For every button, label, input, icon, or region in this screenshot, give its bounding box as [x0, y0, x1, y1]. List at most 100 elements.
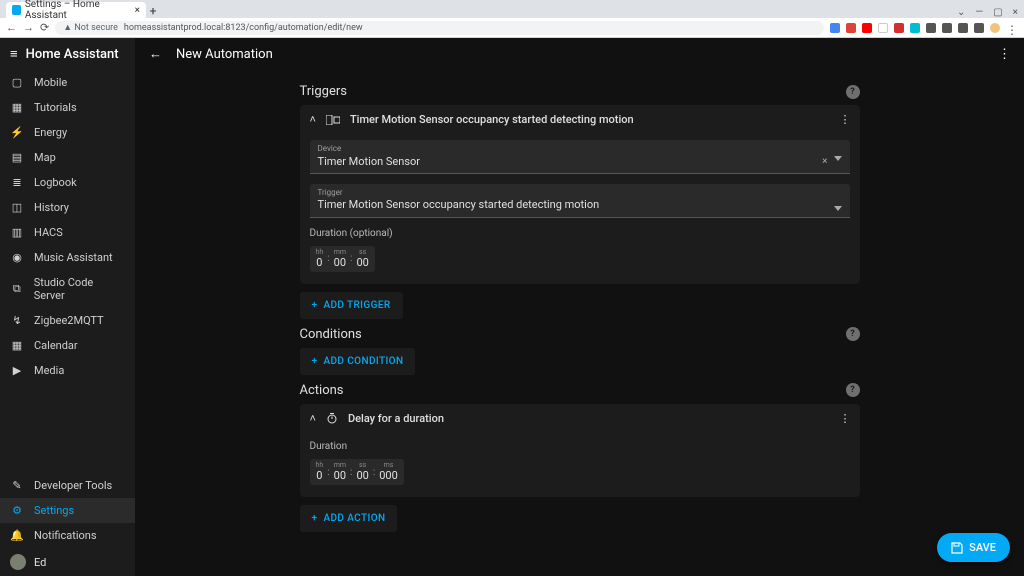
menu-icon[interactable]: ≡ — [10, 46, 18, 62]
trigger-card: ˄ Timer Motion Sensor occupancy started … — [300, 105, 860, 284]
close-tab-icon[interactable]: × — [135, 5, 140, 16]
trigger-overflow-menu[interactable]: ⋮ — [840, 113, 850, 126]
avatar — [10, 554, 26, 570]
trigger-value: Timer Motion Sensor occupancy started de… — [318, 198, 600, 211]
extension-icon[interactable] — [910, 23, 920, 33]
section-actions-title: Actions — [300, 383, 344, 398]
sidebar-item-tutorials[interactable]: ▦Tutorials — [0, 95, 135, 120]
save-icon — [951, 542, 963, 554]
trigger-summary: Timer Motion Sensor occupancy started de… — [350, 113, 634, 126]
action-overflow-menu[interactable]: ⋮ — [840, 412, 850, 425]
energy-icon: ⚡ — [10, 126, 24, 139]
extension-icon[interactable] — [974, 23, 984, 33]
sidebar-item-user[interactable]: Ed — [0, 548, 135, 576]
extension-icon[interactable] — [846, 23, 856, 33]
sidebar-item-history[interactable]: ◫History — [0, 195, 135, 220]
kebab-menu-icon[interactable]: ⋮ — [1006, 23, 1018, 33]
gear-icon: ⚙ — [10, 504, 24, 517]
duration-label: Duration (optional) — [310, 228, 850, 239]
list-icon: ≣ — [10, 176, 24, 189]
favicon — [12, 5, 21, 15]
help-icon[interactable]: ? — [846, 85, 860, 99]
sidebar-item-devtools[interactable]: ✎Developer Tools — [0, 473, 135, 498]
browser-tab[interactable]: Settings – Home Assistant × — [6, 2, 146, 18]
bell-icon: 🔔 — [10, 529, 24, 542]
sidebar: ≡ Home Assistant ▢Mobile ▦Tutorials ⚡Ene… — [0, 38, 135, 576]
device-field[interactable]: Device Timer Motion Sensor × — [310, 140, 850, 174]
section-triggers-title: Triggers — [300, 84, 347, 99]
extension-icon[interactable] — [942, 23, 952, 33]
sidebar-item-energy[interactable]: ⚡Energy — [0, 120, 135, 145]
calendar-icon: ▦ — [10, 339, 24, 352]
plus-icon: + — [312, 513, 318, 524]
add-trigger-button[interactable]: +ADD TRIGGER — [300, 292, 403, 319]
timer-icon — [326, 412, 338, 424]
trigger-label: Trigger — [318, 188, 834, 198]
sidebar-item-hacs[interactable]: ▥HACS — [0, 220, 135, 245]
sidebar-item-notifications[interactable]: 🔔Notifications — [0, 523, 135, 548]
sidebar-item-vscode[interactable]: ⧉Studio Code Server — [0, 270, 135, 308]
clear-icon[interactable]: × — [822, 156, 827, 167]
device-icon — [326, 115, 340, 125]
profile-icon[interactable] — [990, 23, 1000, 33]
action-card: ˄ Delay for a duration ⋮ Duration hh0 — [300, 404, 860, 497]
add-action-button[interactable]: +ADD ACTION — [300, 505, 398, 532]
sidebar-item-zigbee[interactable]: ↯Zigbee2MQTT — [0, 308, 135, 333]
back-button[interactable]: ← — [6, 21, 17, 34]
plus-icon: + — [312, 356, 318, 367]
extension-icon[interactable] — [958, 23, 968, 33]
page-overflow-menu[interactable]: ⋮ — [998, 47, 1010, 62]
store-icon: ▥ — [10, 226, 24, 239]
action-duration[interactable]: hh0 : mm00 : ss00 : ms000 — [310, 459, 404, 485]
back-icon[interactable]: ← — [149, 46, 162, 62]
not-secure-label: ▲ Not secure — [63, 22, 118, 33]
help-icon[interactable]: ? — [846, 327, 860, 341]
dashboard-icon: ▦ — [10, 101, 24, 114]
section-conditions-title: Conditions — [300, 327, 362, 342]
extension-icon[interactable] — [894, 23, 904, 33]
extension-icon[interactable] — [878, 23, 888, 33]
reload-button[interactable]: ⟳ — [40, 21, 49, 34]
dashboard-icon: ▢ — [10, 76, 24, 89]
sidebar-item-map[interactable]: ▤Map — [0, 145, 135, 170]
dropdown-icon[interactable] — [834, 206, 842, 211]
sidebar-item-calendar[interactable]: ▦Calendar — [0, 333, 135, 358]
device-value: Timer Motion Sensor — [318, 155, 421, 168]
chevron-down-icon[interactable]: ⌄ — [957, 7, 965, 18]
add-condition-button[interactable]: +ADD CONDITION — [300, 348, 416, 375]
topbar: ← New Automation ⋮ — [135, 38, 1024, 70]
code-icon: ⧉ — [10, 282, 24, 296]
hammer-icon: ✎ — [10, 479, 24, 492]
extension-icon[interactable] — [830, 23, 840, 33]
sidebar-item-music[interactable]: ◉Music Assistant — [0, 245, 135, 270]
app-title: Home Assistant — [26, 47, 119, 62]
device-label: Device — [318, 144, 823, 154]
collapse-icon[interactable]: ˄ — [310, 412, 316, 425]
extensions: ⋮ — [830, 23, 1018, 33]
new-tab-button[interactable]: + — [146, 4, 160, 18]
action-duration-label: Duration — [310, 441, 850, 452]
sidebar-item-logbook[interactable]: ≣Logbook — [0, 170, 135, 195]
page-title: New Automation — [176, 47, 273, 62]
close-window-icon[interactable]: × — [1013, 7, 1018, 18]
extension-icon[interactable] — [862, 23, 872, 33]
trigger-duration[interactable]: hh0 : mm00 : ss00 — [310, 246, 375, 272]
trigger-field[interactable]: Trigger Timer Motion Sensor occupancy st… — [310, 184, 850, 218]
save-button[interactable]: SAVE — [937, 533, 1010, 562]
plus-icon: + — [312, 300, 318, 311]
forward-button[interactable]: → — [23, 21, 34, 34]
collapse-icon[interactable]: ˄ — [310, 113, 316, 126]
chart-icon: ◫ — [10, 201, 24, 214]
address-bar[interactable]: ▲ Not secure homeassistantprod.local:812… — [55, 21, 824, 35]
minimize-icon[interactable]: — — [975, 7, 983, 18]
extension-icon[interactable] — [926, 23, 936, 33]
url-text: homeassistantprod.local:8123/config/auto… — [124, 23, 363, 33]
help-icon[interactable]: ? — [846, 383, 860, 397]
play-icon: ◉ — [10, 251, 24, 264]
dropdown-icon[interactable] — [834, 156, 842, 161]
maximize-icon[interactable]: ▢ — [993, 7, 1002, 18]
sidebar-header[interactable]: ≡ Home Assistant — [0, 38, 135, 70]
sidebar-item-media[interactable]: ▶Media — [0, 358, 135, 383]
sidebar-item-settings[interactable]: ⚙Settings — [0, 498, 135, 523]
sidebar-item-mobile[interactable]: ▢Mobile — [0, 70, 135, 95]
